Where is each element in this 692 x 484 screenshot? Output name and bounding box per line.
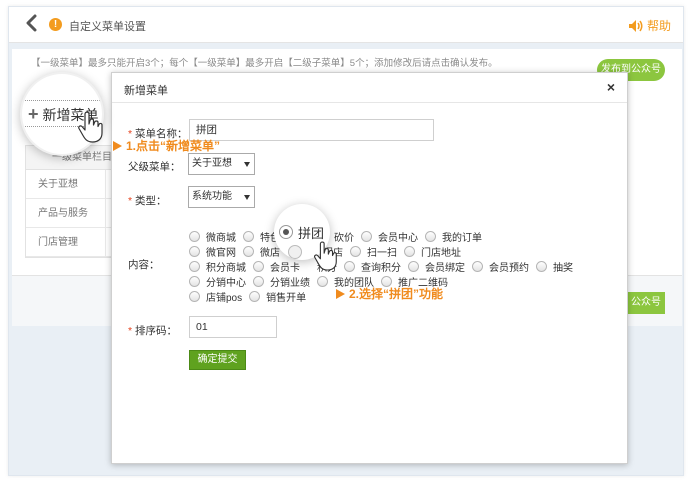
back-arrow-icon[interactable] (25, 14, 39, 32)
sort-code-label: * 排序码： (128, 325, 178, 337)
type-label: * 类型： (128, 195, 167, 207)
option-weishangcheng[interactable]: 微商城 (189, 229, 236, 244)
menu-row[interactable]: 产品与服务 (26, 199, 120, 228)
page-title: 自定义菜单设置 (69, 21, 146, 33)
option-member-card[interactable]: 会员卡 (253, 259, 300, 274)
close-icon[interactable]: × (607, 79, 615, 95)
option-my-orders[interactable]: 我的订单 (425, 229, 482, 244)
chevron-down-icon (244, 195, 250, 200)
help-label: 帮助 (646, 19, 671, 33)
parent-menu-value: 关于亚想 (192, 158, 232, 169)
option-member-bind[interactable]: 会员绑定 (408, 259, 465, 274)
sort-code-input[interactable]: 01 (189, 316, 277, 338)
dialog-header: 新增菜单 × (112, 73, 627, 103)
type-select[interactable]: 系统功能 (188, 186, 255, 208)
option-distribution-performance[interactable]: 分销业绩 (253, 274, 310, 289)
parent-menu-label: 父级菜单： (128, 161, 181, 173)
help-link[interactable]: 帮助 (628, 17, 671, 34)
step-1-annotation: 1.点击“新增菜单” (113, 137, 220, 154)
hand-cursor-icon (78, 111, 103, 143)
menu-row[interactable]: 门店管理 (26, 228, 120, 257)
option-store-address[interactable]: 门店地址 (404, 244, 461, 259)
option-store-pos[interactable]: 店铺pos (189, 289, 242, 304)
content-label: 内容： (128, 259, 160, 271)
menu-table: 一级菜单栏目 关于亚想 产品与服务 门店管理 (25, 145, 121, 258)
option-distribution-center[interactable]: 分销中心 (189, 274, 246, 289)
chevron-down-icon (244, 162, 250, 167)
submit-button[interactable]: 确定提交 (189, 350, 246, 370)
info-icon: ! (49, 18, 62, 31)
top-bar: ! 自定义菜单设置 帮助 (9, 7, 683, 43)
radio-selected-icon (279, 225, 293, 239)
option-query-points[interactable]: 查询积分 (344, 259, 401, 274)
divider (22, 100, 102, 101)
speaker-icon (628, 19, 643, 32)
arrow-right-icon (336, 288, 345, 299)
radio-icon (288, 245, 302, 259)
content-row-3: 积分商城 会员卡 积分 查询积分 会员绑定 会员预约 抽奖 (189, 259, 580, 274)
option-scan[interactable]: 扫一扫 (350, 244, 397, 259)
option-points-mall[interactable]: 积分商城 (189, 259, 246, 274)
option-weidian[interactable]: 微店 (243, 244, 280, 259)
option-sales-order[interactable]: 销售开单 (249, 289, 306, 304)
option-weiguanwang[interactable]: 微官网 (189, 244, 236, 259)
arrow-right-icon (113, 140, 122, 151)
type-value: 系统功能 (192, 191, 232, 202)
hand-cursor-icon (314, 241, 337, 271)
step-2-annotation: 2.选择“拼团”功能 (336, 285, 443, 302)
menu-name-input[interactable]: 拼团 (189, 119, 434, 141)
dialog-title: 新增菜单 (124, 85, 168, 97)
option-lottery[interactable]: 抽奖 (536, 259, 573, 274)
add-menu-dialog: 新增菜单 × * 菜单名称： 拼团 父级菜单： 关于亚想 * 类型： 系统功能 … (111, 72, 628, 464)
content-row-5: 店铺pos 销售开单 (189, 289, 313, 304)
option-member-center[interactable]: 会员中心 (361, 229, 418, 244)
menu-row[interactable]: 关于亚想 (26, 170, 120, 199)
menu-rules-notice: 【一级菜单】最多只能开启3个；每个【一级菜单】最多开启【二级子菜单】5个；添加修… (31, 58, 498, 69)
option-member-booking[interactable]: 会员预约 (472, 259, 529, 274)
plus-icon: + (28, 104, 39, 124)
parent-menu-select[interactable]: 关于亚想 (188, 153, 255, 175)
